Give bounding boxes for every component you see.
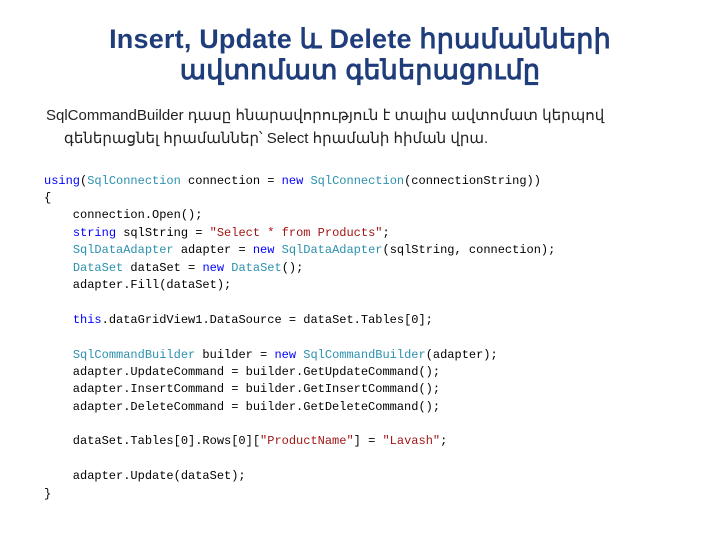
type-sqlcommandbuilder: SqlCommandBuilder [303,348,425,362]
type-sqlconnection: SqlConnection [87,174,181,188]
code-text [274,243,281,257]
code-text: adapter.DeleteCommand = builder.GetDelet… [44,400,440,414]
subtitle-line-1: SqlCommandBuilder դասը հնարավորություն է… [46,107,604,124]
string-productname: "ProductName" [260,434,354,448]
code-text: { [44,191,51,205]
type-dataset: DataSet [231,261,281,275]
code-text: (adapter); [426,348,498,362]
code-text: builder = [195,348,274,362]
keyword-new: new [202,261,224,275]
code-block: using(SqlConnection connection = new Sql… [44,173,676,503]
type-sqlconnection: SqlConnection [310,174,404,188]
keyword-new: new [274,348,296,362]
code-text: adapter = [174,243,253,257]
keyword-this: this [73,313,102,327]
code-text: (connectionString)) [404,174,541,188]
type-sqldataadapter: SqlDataAdapter [73,243,174,257]
code-text: connection = [181,174,282,188]
code-text: (); [282,261,304,275]
code-text [44,348,73,362]
code-text: dataSet = [123,261,202,275]
code-text [44,261,73,275]
slide-subtitle: SqlCommandBuilder դասը հնարավորություն է… [46,104,676,151]
code-text: adapter.Fill(dataSet); [44,278,231,292]
type-dataset: DataSet [73,261,123,275]
subtitle-line-2: գեներացնել հրամաններ՝ Select հրամանի հիմ… [46,127,676,150]
type-sqlcommandbuilder: SqlCommandBuilder [73,348,195,362]
code-text: adapter.Update(dataSet); [44,469,246,483]
code-text [44,243,73,257]
code-text: ; [382,226,389,240]
keyword-new: new [253,243,275,257]
keyword-string: string [73,226,116,240]
code-text [44,313,73,327]
keyword-using: using [44,174,80,188]
slide: Insert, Update և Delete հրամանների ավտոմ… [0,0,720,540]
code-text [44,226,73,240]
code-text: ] = [354,434,383,448]
keyword-new: new [282,174,304,188]
code-text: connection.Open(); [44,208,202,222]
code-text: .dataGridView1.DataSource = dataSet.Tabl… [102,313,433,327]
code-text: adapter.UpdateCommand = builder.GetUpdat… [44,365,440,379]
string-select: "Select * from Products" [210,226,383,240]
type-sqldataadapter: SqlDataAdapter [282,243,383,257]
string-lavash: "Lavash" [382,434,440,448]
code-text: } [44,487,51,501]
code-text: sqlString = [116,226,210,240]
slide-title: Insert, Update և Delete հրամանների ավտոմ… [44,24,676,86]
code-text: dataSet.Tables[0].Rows[0][ [44,434,260,448]
code-text: ; [440,434,447,448]
code-text: adapter.InsertCommand = builder.GetInser… [44,382,440,396]
code-text: (sqlString, connection); [383,243,556,257]
